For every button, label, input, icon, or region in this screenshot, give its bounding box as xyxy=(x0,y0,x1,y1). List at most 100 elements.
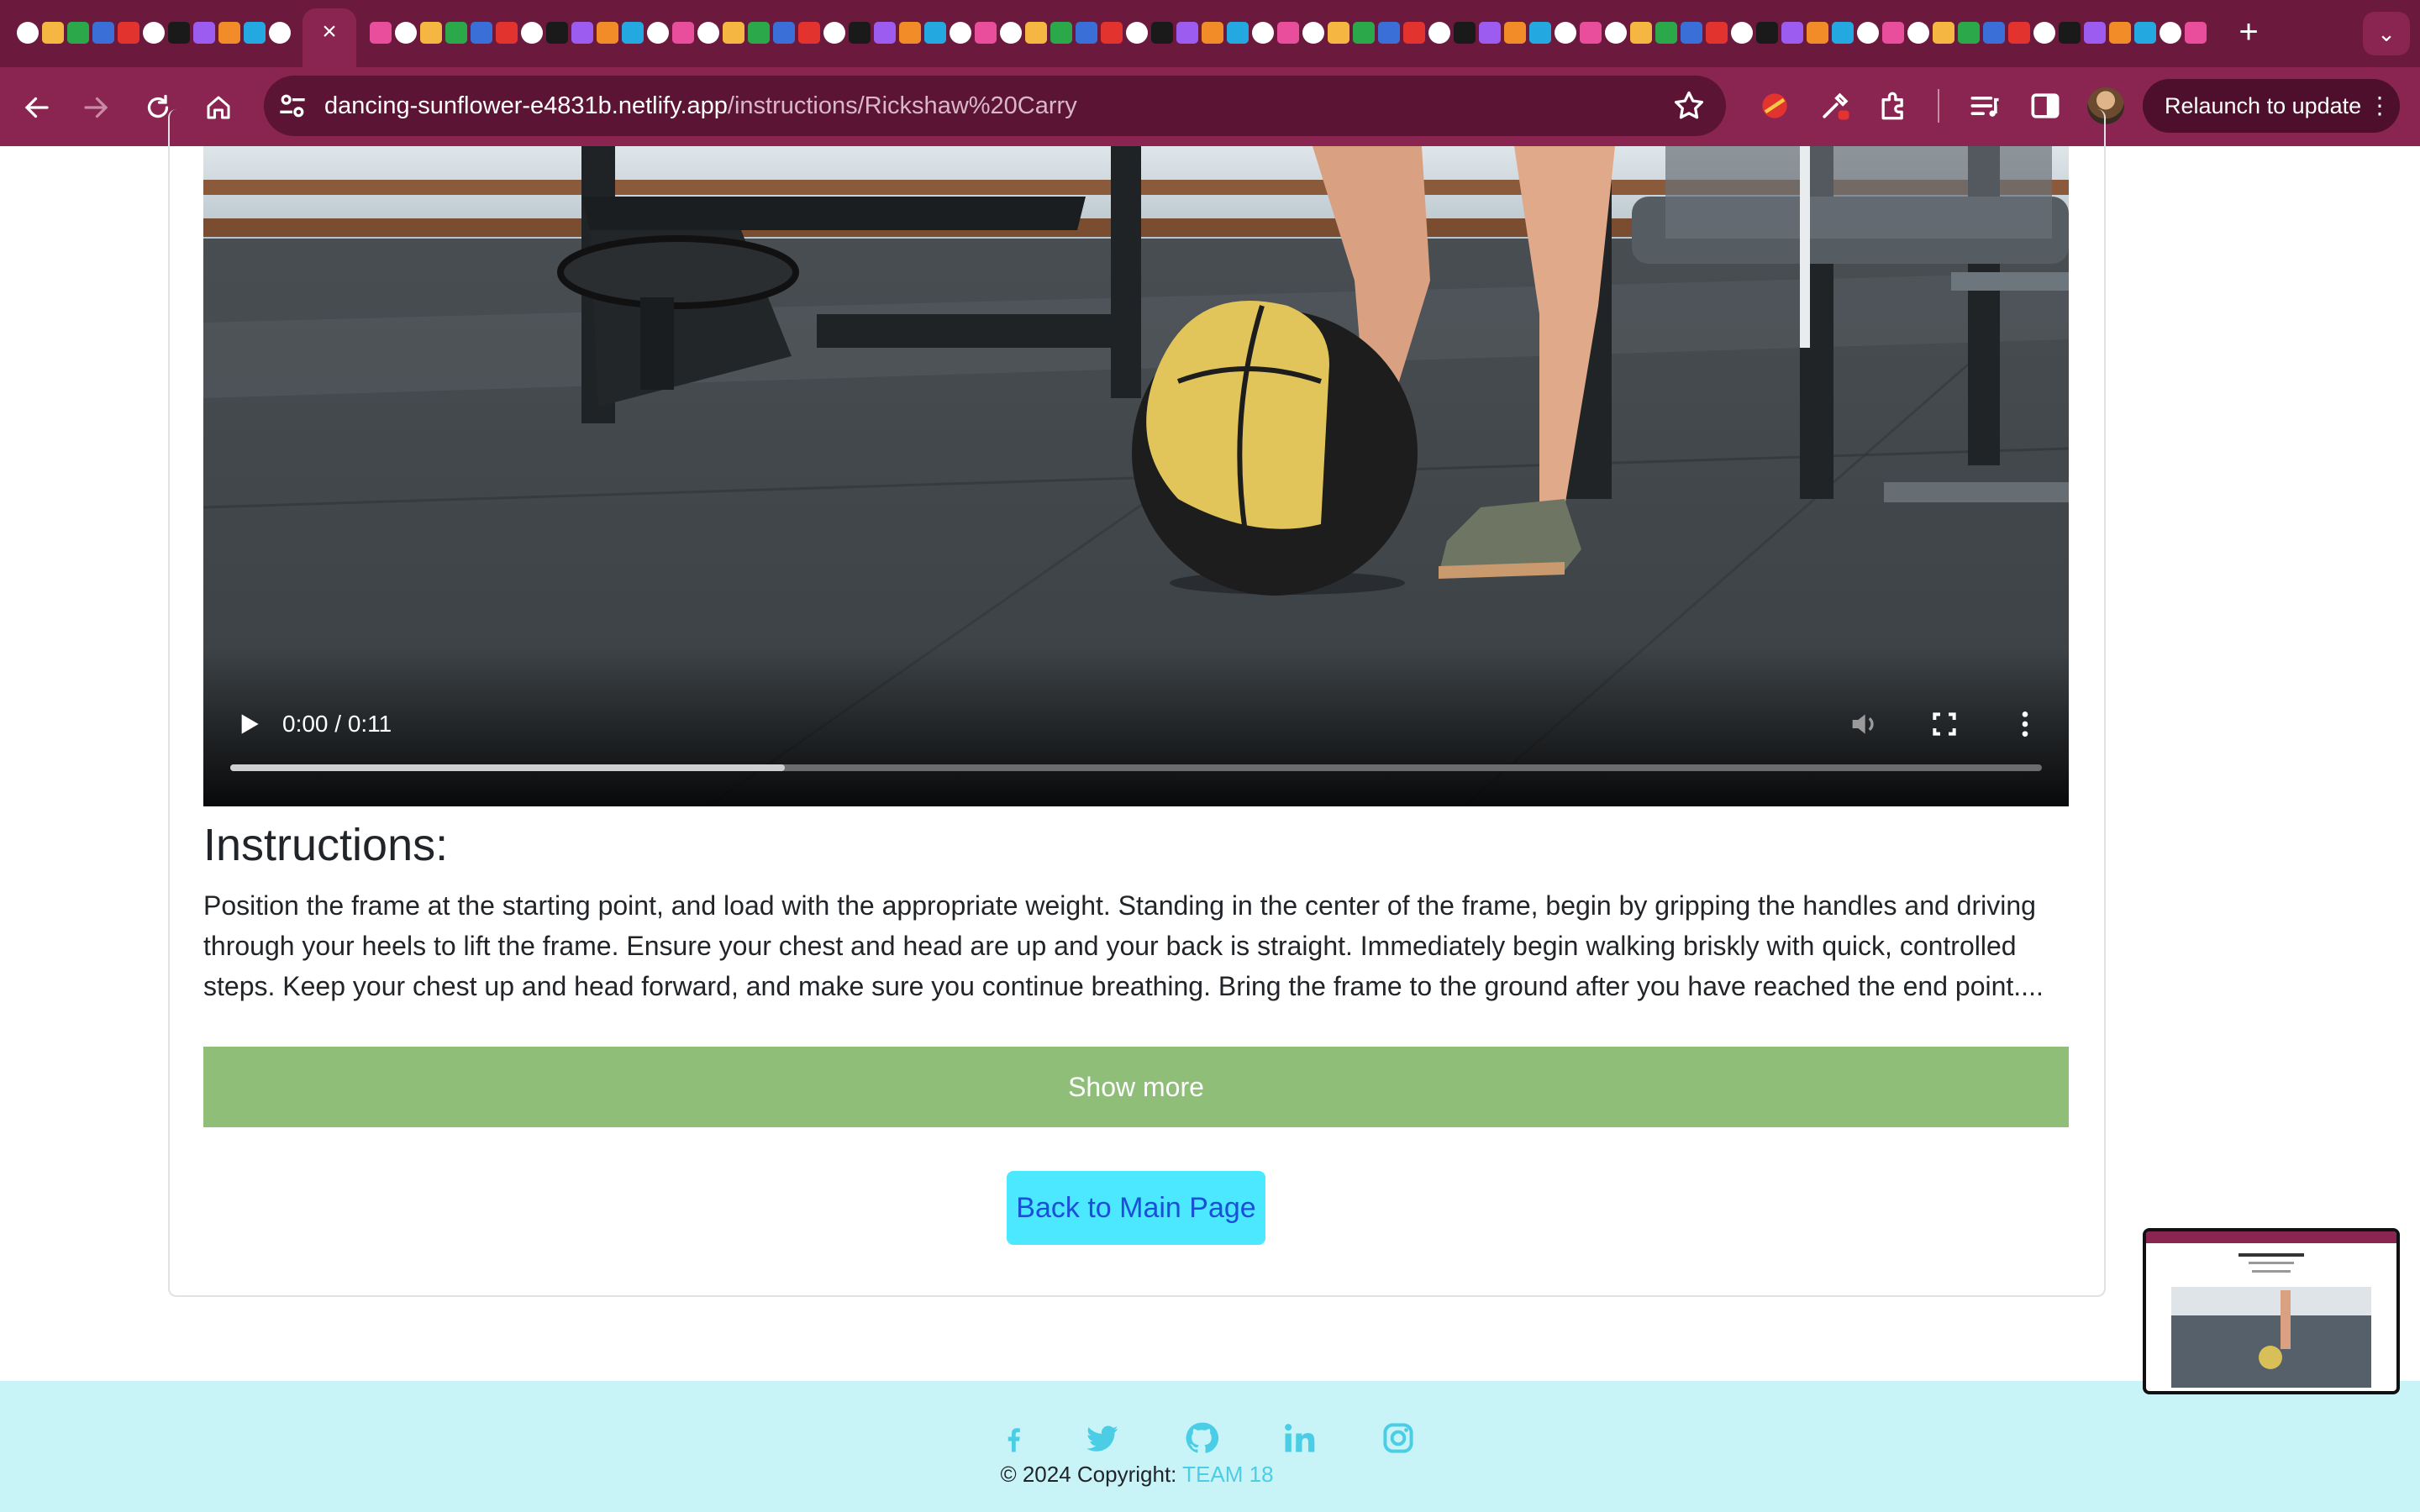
pinned-tab-favicon[interactable] xyxy=(218,22,240,44)
pinned-tab-favicon[interactable] xyxy=(1706,22,1728,44)
pinned-tab-favicon[interactable] xyxy=(697,22,719,44)
tab-preview-thumbnail[interactable] xyxy=(2143,1228,2400,1394)
pinned-tab-favicon[interactable] xyxy=(1252,22,1274,44)
pinned-tab-favicon[interactable] xyxy=(622,22,644,44)
pinned-tab-favicon[interactable] xyxy=(1428,22,1450,44)
pinned-tab-favicon[interactable] xyxy=(1151,22,1173,44)
pinned-tab-favicon[interactable] xyxy=(67,22,89,44)
twitter-icon[interactable] xyxy=(1084,1420,1121,1457)
tab-close-icon[interactable]: × xyxy=(316,18,343,45)
pinned-tab-favicon[interactable] xyxy=(924,22,946,44)
pinned-tab-favicon[interactable] xyxy=(1076,22,1097,44)
pinned-tab-favicon[interactable] xyxy=(899,22,921,44)
pinned-tab-favicon[interactable] xyxy=(1882,22,1904,44)
pinned-tab-favicon[interactable] xyxy=(1504,22,1526,44)
pinned-tab-favicon[interactable] xyxy=(1731,22,1753,44)
pinned-tab-favicon[interactable] xyxy=(1403,22,1425,44)
pinned-tab-favicon[interactable] xyxy=(1000,22,1022,44)
new-tab-icon[interactable]: + xyxy=(2232,15,2265,49)
pinned-tab-favicon[interactable] xyxy=(1983,22,2005,44)
pinned-tab-favicon[interactable] xyxy=(2185,22,2207,44)
pinned-tab-favicon[interactable] xyxy=(849,22,871,44)
pinned-tab-favicon[interactable] xyxy=(1555,22,1576,44)
video-more-options-icon[interactable] xyxy=(2007,707,2044,741)
pinned-tab-favicon[interactable] xyxy=(597,22,618,44)
pinned-tab-favicon[interactable] xyxy=(1328,22,1349,44)
pinned-tab-favicon[interactable] xyxy=(370,22,392,44)
pinned-tab-favicon[interactable] xyxy=(1479,22,1501,44)
instagram-icon[interactable] xyxy=(1380,1420,1417,1457)
pinned-tab-favicon[interactable] xyxy=(1050,22,1072,44)
github-icon[interactable] xyxy=(1183,1420,1220,1457)
pinned-tab-favicon[interactable] xyxy=(269,22,291,44)
exercise-video[interactable]: 0:00 / 0:11 xyxy=(203,146,2069,806)
pinned-tab-favicon[interactable] xyxy=(1454,22,1476,44)
pinned-tab-favicon[interactable] xyxy=(975,22,997,44)
fullscreen-icon[interactable] xyxy=(1926,707,1963,741)
forward-arrow-icon[interactable] xyxy=(76,87,116,128)
pinned-tab-favicon[interactable] xyxy=(798,22,820,44)
pinned-tab-favicon[interactable] xyxy=(723,22,744,44)
volume-icon[interactable] xyxy=(1845,707,1882,741)
pinned-tab-favicon[interactable] xyxy=(2134,22,2156,44)
pinned-tab-favicon[interactable] xyxy=(1807,22,1828,44)
pinned-tab-favicon[interactable] xyxy=(2008,22,2030,44)
pinned-tab-favicon[interactable] xyxy=(1907,22,1929,44)
pinned-tab-favicon[interactable] xyxy=(950,22,971,44)
pinned-tab-favicon[interactable] xyxy=(521,22,543,44)
pinned-tab-favicon[interactable] xyxy=(1378,22,1400,44)
pinned-tab-favicon[interactable] xyxy=(445,22,467,44)
pinned-tab-favicon[interactable] xyxy=(1605,22,1627,44)
pinned-tab-favicon[interactable] xyxy=(1958,22,1980,44)
pinned-tab-favicon[interactable] xyxy=(143,22,165,44)
pinned-tab-favicon[interactable] xyxy=(2033,22,2055,44)
pinned-tab-favicon[interactable] xyxy=(1126,22,1148,44)
pinned-tab-favicon[interactable] xyxy=(1277,22,1299,44)
pinned-tab-favicon[interactable] xyxy=(1580,22,1602,44)
pinned-tab-favicon[interactable] xyxy=(1302,22,1324,44)
video-progress-bar[interactable] xyxy=(230,764,2042,771)
pinned-tab-favicon[interactable] xyxy=(496,22,518,44)
pinned-tab-favicon[interactable] xyxy=(2109,22,2131,44)
pinned-tab-favicon[interactable] xyxy=(1101,22,1123,44)
pinned-tab-favicon[interactable] xyxy=(2059,22,2081,44)
pinned-tab-favicon[interactable] xyxy=(1781,22,1803,44)
show-more-button[interactable]: Show more xyxy=(203,1047,2069,1127)
pinned-tab-favicon[interactable] xyxy=(2160,22,2181,44)
pinned-tab-favicon[interactable] xyxy=(17,22,39,44)
back-arrow-icon[interactable] xyxy=(17,87,57,128)
pinned-tab-favicon[interactable] xyxy=(571,22,593,44)
pinned-tab-favicon[interactable] xyxy=(118,22,139,44)
pinned-tab-favicon[interactable] xyxy=(823,22,845,44)
pinned-tab-favicon[interactable] xyxy=(42,22,64,44)
pinned-tab-favicon[interactable] xyxy=(647,22,669,44)
pinned-tab-favicon[interactable] xyxy=(395,22,417,44)
pinned-tab-favicon[interactable] xyxy=(1529,22,1551,44)
pinned-tab-favicon[interactable] xyxy=(1933,22,1954,44)
pinned-tab-favicon[interactable] xyxy=(1857,22,1879,44)
back-to-main-page-button[interactable]: Back to Main Page xyxy=(1007,1171,1265,1245)
relaunch-to-update-button[interactable]: Relaunch to update ⋮ xyxy=(2143,79,2400,133)
pinned-tab-favicon[interactable] xyxy=(546,22,568,44)
linkedin-icon[interactable] xyxy=(1281,1420,1318,1457)
pinned-tab-favicon[interactable] xyxy=(748,22,770,44)
pinned-tab-favicon[interactable] xyxy=(1655,22,1677,44)
pinned-tab-favicon[interactable] xyxy=(92,22,114,44)
pinned-tab-favicon[interactable] xyxy=(773,22,795,44)
pinned-tab-favicon[interactable] xyxy=(2084,22,2106,44)
play-icon[interactable] xyxy=(232,707,266,741)
pinned-tab-favicon[interactable] xyxy=(672,22,694,44)
pinned-tab-favicon[interactable] xyxy=(1630,22,1652,44)
pinned-tab-favicon[interactable] xyxy=(1832,22,1854,44)
pinned-tab-favicon[interactable] xyxy=(1202,22,1223,44)
pinned-tab-favicon[interactable] xyxy=(193,22,215,44)
pinned-tab-favicon[interactable] xyxy=(1353,22,1375,44)
facebook-icon[interactable] xyxy=(995,1420,1032,1457)
tab-search-icon[interactable]: ⌄ xyxy=(2363,12,2410,55)
pinned-tab-favicon[interactable] xyxy=(420,22,442,44)
pinned-tab-favicon[interactable] xyxy=(244,22,266,44)
pinned-tab-favicon[interactable] xyxy=(874,22,896,44)
pinned-tab-favicon[interactable] xyxy=(1227,22,1249,44)
pinned-tab-favicon[interactable] xyxy=(1756,22,1778,44)
team-link[interactable]: TEAM 18 xyxy=(1182,1462,1273,1487)
